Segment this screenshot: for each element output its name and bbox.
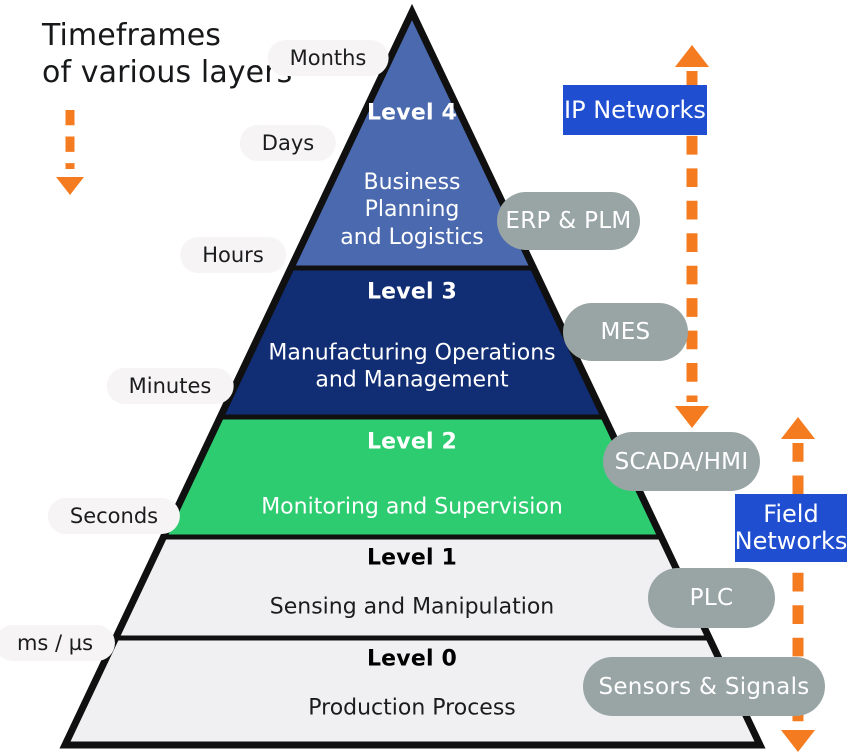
field-networks-arrow-head-down [780, 730, 816, 752]
band-title-level4: Level 4 [366, 100, 458, 126]
band-description-level2: Monitoring and Supervision [261, 494, 563, 520]
network-box-ip-networks[interactable]: IP Networks [563, 85, 707, 135]
band-description-level4: Business Planning and Logistics [340, 170, 484, 250]
automation-pyramid-diagram: Timeframes of various layers Months Days H… [0, 0, 850, 754]
timeframe-label-hours: Hours [180, 237, 286, 273]
band-description-level3: Manufacturing Operations and Management [268, 340, 556, 393]
band-title-level1: Level 1 [366, 545, 458, 571]
timeframe-label-seconds: Seconds [47, 498, 181, 534]
field-networks-arrow-head-up [780, 417, 816, 439]
band-description-level0: Production Process [308, 695, 516, 721]
band-title-level3: Level 3 [366, 279, 458, 305]
network-box-field-networks[interactable]: Field Networks [735, 494, 847, 562]
timeframe-label-minutes: Minutes [106, 368, 234, 404]
capsule-sensors-signals[interactable]: Sensors & Signals [583, 657, 825, 716]
capsule-scada-hmi[interactable]: SCADA/HMI [603, 432, 760, 491]
capsule-erp-plm[interactable]: ERP & PLM [497, 192, 640, 250]
timeframe-label-ms-s: ms / µs [0, 625, 116, 661]
diagram-heading: Timeframes of various layers [42, 18, 293, 90]
band-description-level1: Sensing and Manipulation [269, 594, 555, 620]
capsule-plc[interactable]: PLC [648, 568, 775, 628]
timeframe-label-months: Months [267, 40, 389, 76]
ip-networks-arrow-head-down [674, 406, 710, 428]
timeframe-label-days: Days [239, 125, 337, 161]
capsule-mes[interactable]: MES [563, 303, 688, 361]
band-title-level0: Level 0 [366, 646, 458, 672]
band-title-level2: Level 2 [366, 429, 458, 455]
ip-networks-arrow-head-up [674, 45, 710, 67]
timeframe-arrow-head-down [56, 177, 84, 195]
